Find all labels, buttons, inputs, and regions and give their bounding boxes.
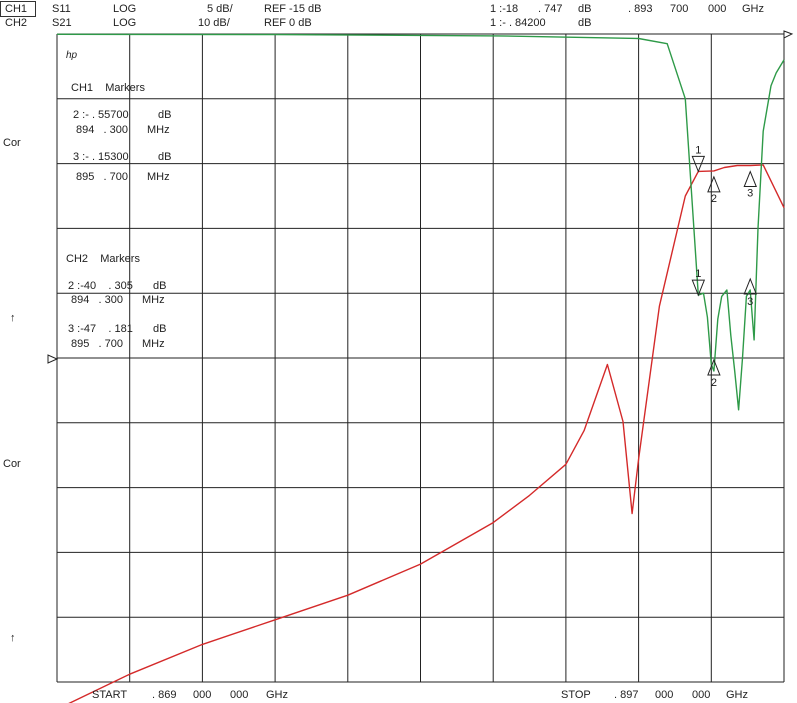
marker-3-ch2-label: 3 [747, 296, 753, 308]
ch1-marker2-value: 2 :- . 55700 [73, 109, 129, 121]
stop-freq-a: . 897 [614, 689, 639, 701]
marker-2-ch1-icon [707, 175, 721, 193]
ch2-marker3-freq: 895 . 700 [71, 338, 123, 350]
marker-3-ch1-icon [743, 170, 757, 188]
reference-position-icon [783, 30, 794, 39]
ch2-marker3-unit: dB [153, 323, 167, 335]
marker-2-ch2-label: 2 [711, 377, 717, 389]
start-freq-unit: GHz [266, 689, 288, 701]
ch1-markers-title: CH1 Markers [71, 82, 145, 94]
marker-1-ch1-label: 1 [695, 144, 701, 156]
ch1-marker2-unit: dB [158, 109, 172, 121]
stop-freq-unit: GHz [726, 689, 748, 701]
stop-label: STOP [561, 689, 591, 701]
stop-freq-c: 000 [692, 689, 711, 701]
marker-1-ch2-label: 1 [695, 268, 701, 280]
reference-position-icon [47, 354, 59, 364]
ch1-marker2-freq: 894 . 300 [76, 124, 128, 136]
marker-3-ch1-label: 3 [747, 188, 753, 200]
ch2-markers-title: CH2 Markers [66, 253, 140, 265]
ch2-marker2-freq-unit: MHz [142, 294, 165, 306]
ch2-marker3-freq-unit: MHz [142, 338, 165, 350]
start-freq-c: 000 [230, 689, 249, 701]
ch1-marker3-freq-unit: MHz [147, 171, 170, 183]
start-freq-b: 000 [193, 689, 212, 701]
start-freq-a: . 869 [152, 689, 177, 701]
hp-logo: hp [66, 50, 78, 61]
ch1-marker3-value: 3 :- . 15300 [73, 151, 129, 163]
ch1-marker2-freq-unit: MHz [147, 124, 170, 136]
ch2-marker3-value: 3 :-47 . 181 [68, 323, 133, 335]
marker-2-ch1-label: 2 [711, 193, 717, 205]
stop-freq-b: 000 [655, 689, 674, 701]
ch1-marker3-unit: dB [158, 151, 172, 163]
ch2-marker2-unit: dB [153, 280, 167, 292]
network-analyzer-plot: 1 1 2 2 3 3 [47, 30, 794, 703]
ch2-marker2-freq: 894 . 300 [71, 294, 123, 306]
start-label: START [92, 689, 128, 701]
ch1-marker3-freq: 895 . 700 [76, 171, 128, 183]
ch2-marker2-value: 2 :-40 . 305 [68, 280, 133, 292]
